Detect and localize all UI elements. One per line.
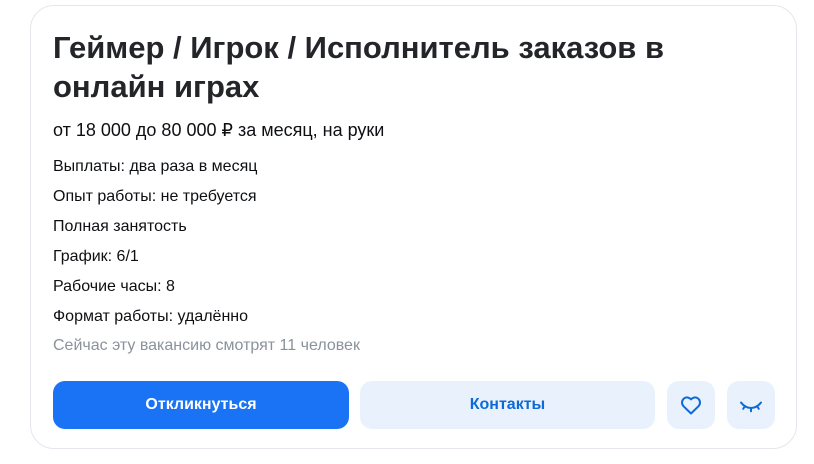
fact-work-format: Формат работы: удалённо — [53, 308, 249, 325]
viewers-count-text: Сейчас эту вакансию смотрят 11 человек — [53, 337, 360, 354]
hide-vacancy-button[interactable] — [727, 381, 775, 429]
fact-employment: Полная занятость — [53, 218, 187, 235]
favorite-button[interactable] — [667, 381, 715, 429]
contacts-button[interactable]: Контакты — [360, 381, 655, 429]
vacancy-title[interactable]: Геймер / Игрок / Исполнитель заказов в о… — [53, 28, 753, 106]
respond-button[interactable]: Откликнуться — [53, 381, 349, 429]
fact-experience: Опыт работы: не требуется — [53, 188, 257, 205]
vacancy-card: Геймер / Игрок / Исполнитель заказов в о… — [30, 5, 797, 449]
salary-text: от 18 000 до 80 000 ₽ за месяц, на руки — [53, 120, 385, 140]
fact-payments: Выплаты: два раза в месяц — [53, 158, 258, 175]
fact-schedule: График: 6/1 — [53, 248, 139, 265]
fact-work-hours: Рабочие часы: 8 — [53, 278, 175, 295]
vacancy-facts-list: Выплаты: два раза в месяц Опыт работы: н… — [53, 152, 257, 332]
closed-eye-icon — [738, 393, 764, 417]
heart-icon — [679, 393, 703, 417]
